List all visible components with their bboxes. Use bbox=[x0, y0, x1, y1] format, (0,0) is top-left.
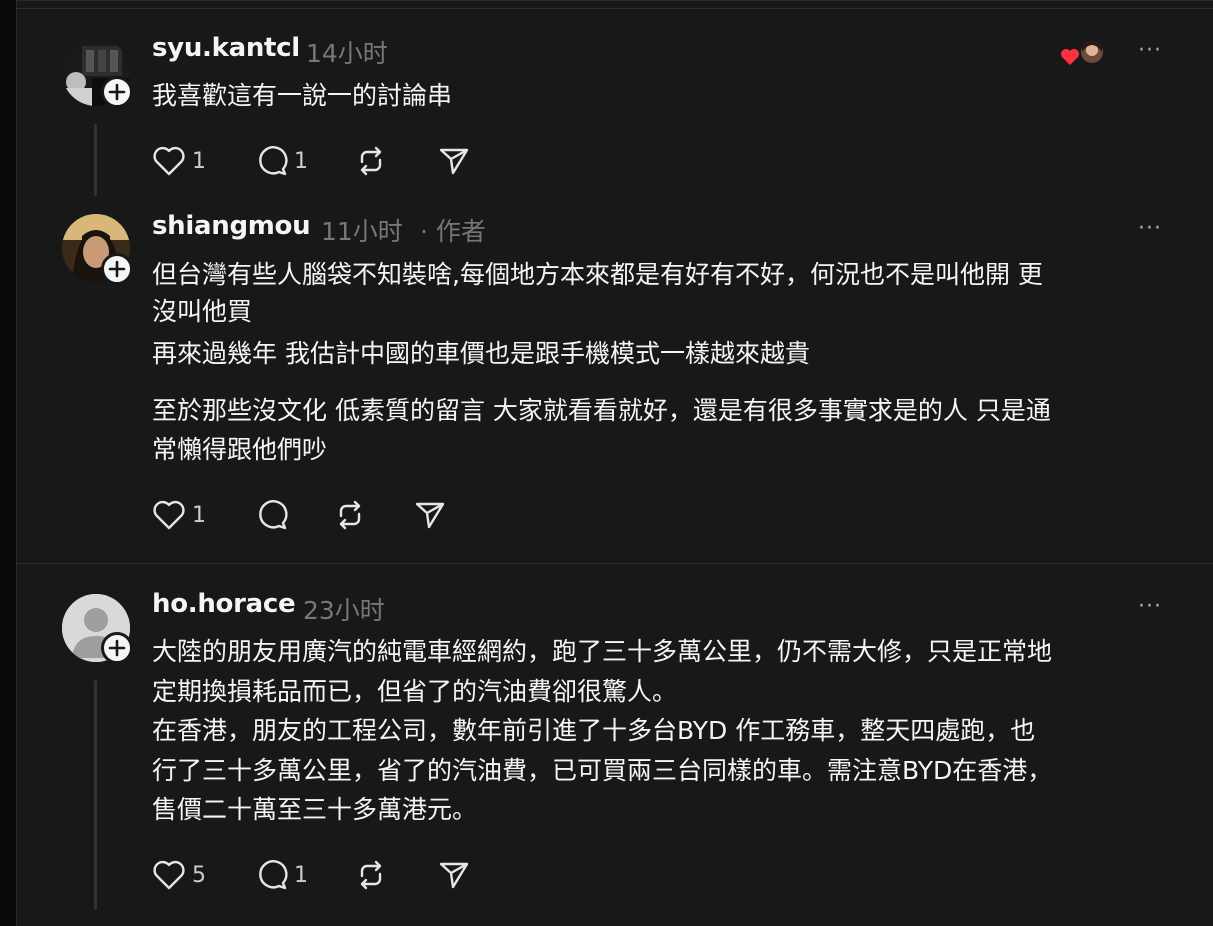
author-badge: · 作者 bbox=[420, 217, 486, 246]
post-text-line: 售價二十萬至三十多萬港元。 bbox=[152, 795, 478, 824]
username[interactable]: syu.kantcl bbox=[152, 33, 300, 63]
like-button[interactable]: 1 bbox=[152, 498, 206, 532]
send-icon bbox=[439, 148, 469, 175]
comment-icon bbox=[259, 146, 288, 176]
thread-divider bbox=[16, 563, 1213, 564]
reply-count: 1 bbox=[294, 862, 308, 888]
reply-button[interactable] bbox=[256, 498, 288, 532]
follow-button[interactable] bbox=[101, 632, 133, 664]
post-text-line: 沒叫他買 bbox=[152, 297, 253, 326]
repost-button[interactable] bbox=[355, 858, 387, 892]
post-text-line: 我喜歡這有一說一的討論串 bbox=[152, 81, 453, 110]
repost-button[interactable] bbox=[334, 498, 366, 532]
plus-icon bbox=[108, 83, 126, 101]
repost-icon bbox=[360, 146, 382, 176]
reply-count: 1 bbox=[294, 148, 308, 174]
like-button[interactable]: 5 bbox=[152, 858, 206, 892]
top-divider bbox=[16, 8, 1213, 9]
post-text-line: 定期換損耗品而已，但省了的汽油費卻很驚人。 bbox=[152, 677, 678, 706]
more-options-button[interactable]: ··· bbox=[1138, 216, 1162, 241]
post-actions: 5 1 bbox=[152, 858, 482, 892]
red-heart-icon bbox=[1061, 49, 1079, 65]
repost-icon bbox=[360, 860, 382, 890]
reply-button[interactable]: 1 bbox=[256, 144, 308, 178]
heart-icon bbox=[153, 146, 185, 176]
send-icon bbox=[439, 862, 469, 889]
heart-icon bbox=[153, 500, 185, 530]
post-text-line: 但台灣有些人腦袋不知裝啥,每個地方本來都是有好有不好，何況也不是叫他開 更 bbox=[152, 260, 1043, 289]
comment-icon bbox=[259, 860, 288, 890]
timestamp[interactable]: 11小时 bbox=[321, 212, 403, 248]
liked-by-indicator[interactable] bbox=[1060, 40, 1106, 66]
repost-icon bbox=[339, 500, 361, 530]
comment-icon bbox=[259, 500, 288, 530]
like-count: 5 bbox=[192, 862, 206, 888]
share-button[interactable] bbox=[438, 144, 470, 178]
plus-icon bbox=[108, 639, 126, 657]
heart-icon bbox=[153, 860, 185, 890]
post-text-line: 再來過幾年 我估計中國的車價也是跟手機模式一樣越來越貴 bbox=[152, 339, 810, 368]
post-actions: 1 bbox=[152, 498, 462, 532]
share-button[interactable] bbox=[438, 858, 470, 892]
more-options-button[interactable]: ··· bbox=[1138, 38, 1162, 63]
plus-icon bbox=[108, 260, 126, 278]
post-text-line: 常懶得跟他們吵 bbox=[152, 435, 328, 464]
timestamp[interactable]: 14小时 bbox=[306, 34, 388, 70]
post-text-line: 行了三十多萬公里，省了的汽油費，已可買兩三台同樣的車。需注意BYD在香港， bbox=[152, 756, 1053, 785]
send-icon bbox=[415, 502, 445, 529]
post-text-line: 在香港，朋友的工程公司，數年前引進了十多台BYD 作工務車，整天四處跑，也 bbox=[152, 716, 1036, 745]
like-button[interactable]: 1 bbox=[152, 144, 206, 178]
like-count: 1 bbox=[192, 148, 206, 174]
like-count: 1 bbox=[192, 502, 206, 528]
more-options-button[interactable]: ··· bbox=[1138, 594, 1162, 619]
follow-button[interactable] bbox=[101, 253, 133, 285]
thread-connector bbox=[94, 680, 97, 910]
reply-button[interactable]: 1 bbox=[256, 858, 308, 892]
username[interactable]: ho.horace bbox=[152, 589, 296, 619]
timestamp[interactable]: 23小时 bbox=[303, 591, 385, 627]
post-text-line: 大陸的朋友用廣汽的純電車經網約，跑了三十多萬公里，仍不需大修，只是正常地 bbox=[152, 637, 1053, 666]
thread-connector bbox=[94, 124, 97, 196]
post-actions: 1 1 bbox=[152, 144, 482, 178]
follow-button[interactable] bbox=[101, 76, 133, 108]
post-text-line: 至於那些沒文化 低素質的留言 大家就看看就好，還是有很多事實求是的人 只是通 bbox=[152, 396, 1051, 425]
username[interactable]: shiangmou bbox=[152, 211, 311, 241]
share-button[interactable] bbox=[414, 498, 446, 532]
repost-button[interactable] bbox=[355, 144, 387, 178]
